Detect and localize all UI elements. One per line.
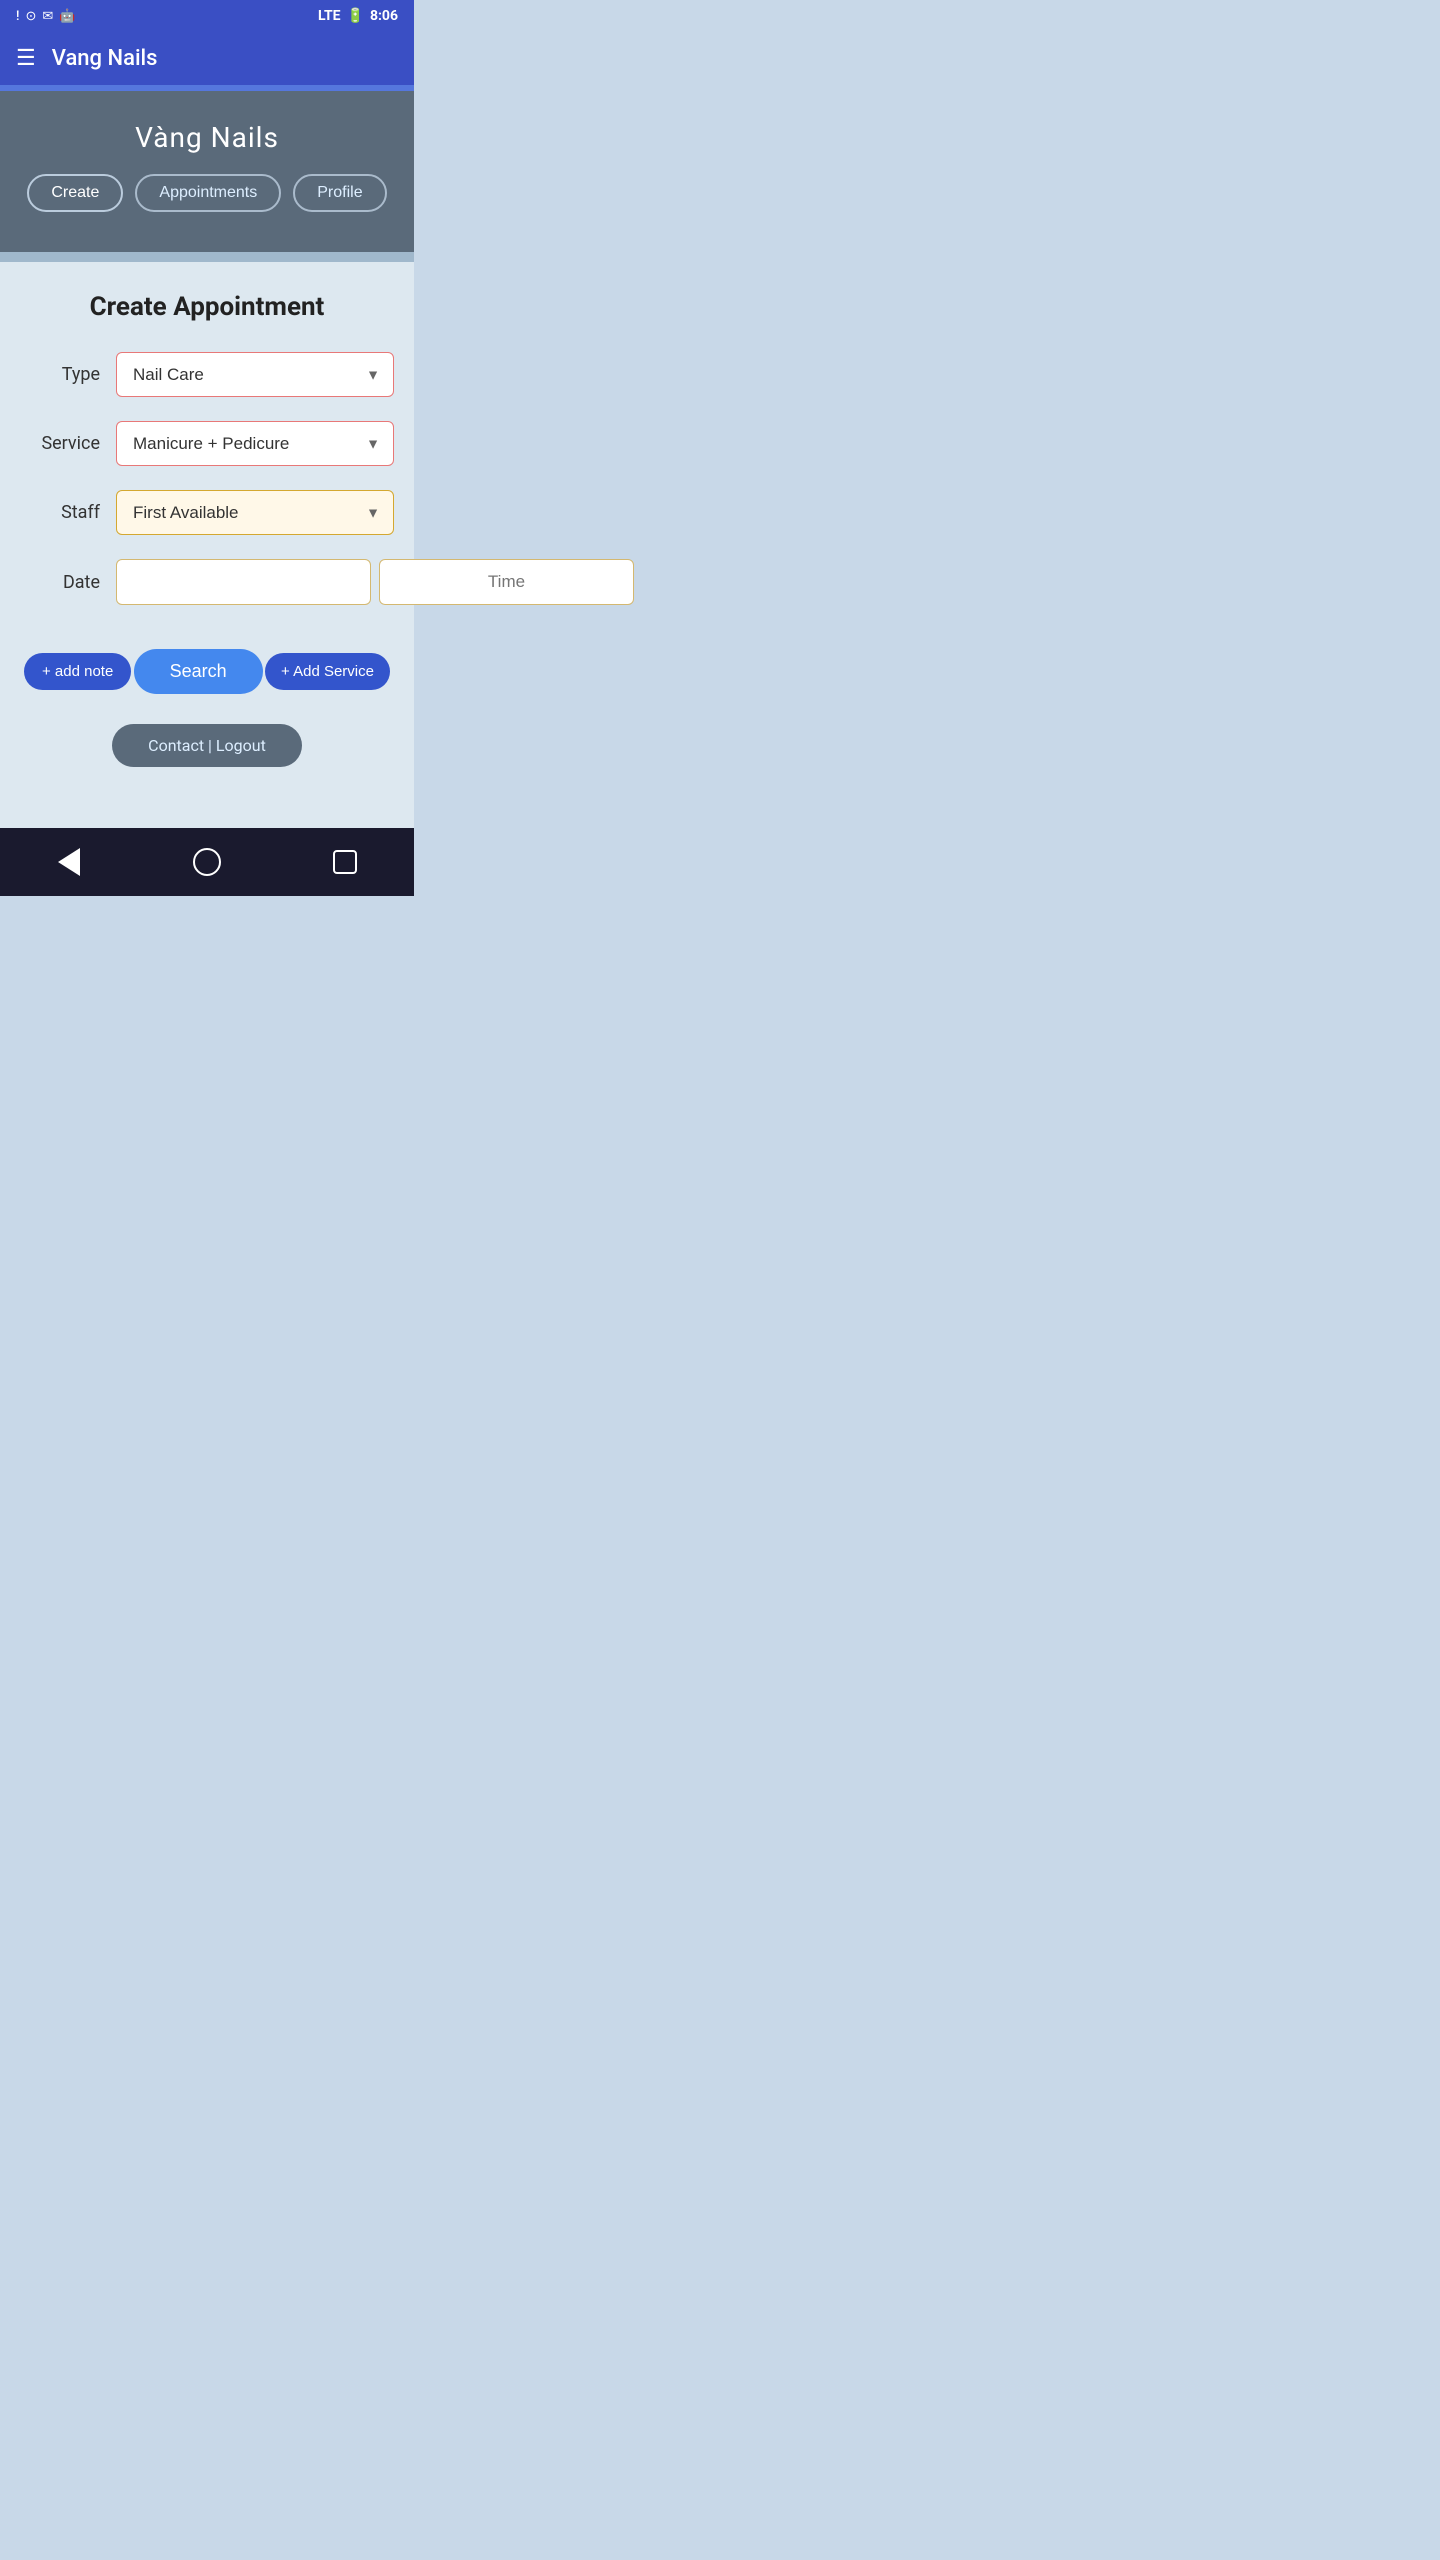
type-form-group: Type Nail Care Hair Care Skin Care ▼ (20, 352, 394, 397)
clock-time: 8:06 (370, 8, 398, 24)
nav-buttons: Create Appointments Profile (27, 174, 386, 212)
status-bar: ! ⊙ ✉ 🤖 LTE 🔋 8:06 (0, 0, 414, 32)
profile-nav-button[interactable]: Profile (293, 174, 386, 212)
battery-icon: 🔋 (347, 8, 364, 24)
search-button[interactable]: Search (134, 649, 263, 694)
app-bar: ☰ Vang Nails (0, 32, 414, 85)
staff-form-group: Staff First Available Staff 1 Staff 2 ▼ (20, 490, 394, 535)
date-form-group: Date (20, 559, 394, 605)
footer: Contact | Logout (20, 724, 394, 767)
action-row: + add note Search + Add Service (20, 649, 394, 694)
appointments-nav-button[interactable]: Appointments (135, 174, 281, 212)
service-label: Service (20, 433, 100, 454)
menu-icon[interactable]: ☰ (16, 46, 36, 71)
home-nav-button[interactable] (187, 842, 227, 882)
service-form-group: Service Manicure + Pedicure Manicure Ped… (20, 421, 394, 466)
recent-apps-icon (333, 850, 357, 874)
type-select[interactable]: Nail Care Hair Care Skin Care (116, 352, 394, 397)
staff-label: Staff (20, 502, 100, 523)
status-right-icons: LTE 🔋 8:06 (318, 8, 398, 24)
business-name: Vàng Nails (135, 121, 279, 154)
staff-select-wrapper[interactable]: First Available Staff 1 Staff 2 ▼ (116, 490, 394, 535)
add-service-button[interactable]: + Add Service (265, 653, 390, 690)
service-select[interactable]: Manicure + Pedicure Manicure Pedicure (116, 421, 394, 466)
add-note-button[interactable]: + add note (24, 653, 131, 690)
message-icon: ✉ (42, 9, 53, 24)
staff-select[interactable]: First Available Staff 1 Staff 2 (116, 490, 394, 535)
date-input[interactable] (116, 559, 371, 605)
date-label: Date (20, 572, 100, 593)
back-icon (58, 848, 80, 876)
logout-link[interactable]: Logout (216, 736, 266, 755)
footer-separator: | (208, 736, 212, 755)
status-left-icons: ! ⊙ ✉ 🤖 (16, 9, 75, 24)
home-icon (193, 848, 221, 876)
type-label: Type (20, 364, 100, 385)
signal-icon: ⊙ (25, 9, 36, 24)
date-time-row (116, 559, 634, 605)
main-content: Create Appointment Type Nail Care Hair C… (0, 262, 414, 828)
app-title: Vang Nails (52, 46, 158, 71)
contact-link[interactable]: Contact (148, 736, 204, 755)
section-divider (0, 252, 414, 262)
android-icon: 🤖 (59, 9, 75, 24)
recent-nav-button[interactable] (325, 842, 365, 882)
header-section: Vàng Nails Create Appointments Profile (0, 91, 414, 252)
form-title: Create Appointment (20, 292, 394, 322)
time-input[interactable] (379, 559, 634, 605)
exclamation-icon: ! (16, 9, 19, 24)
create-nav-button[interactable]: Create (27, 174, 123, 212)
bottom-nav-bar (0, 828, 414, 896)
type-select-wrapper[interactable]: Nail Care Hair Care Skin Care ▼ (116, 352, 394, 397)
back-nav-button[interactable] (49, 842, 89, 882)
lte-icon: LTE (318, 8, 341, 24)
footer-links[interactable]: Contact | Logout (112, 724, 302, 767)
service-select-wrapper[interactable]: Manicure + Pedicure Manicure Pedicure ▼ (116, 421, 394, 466)
